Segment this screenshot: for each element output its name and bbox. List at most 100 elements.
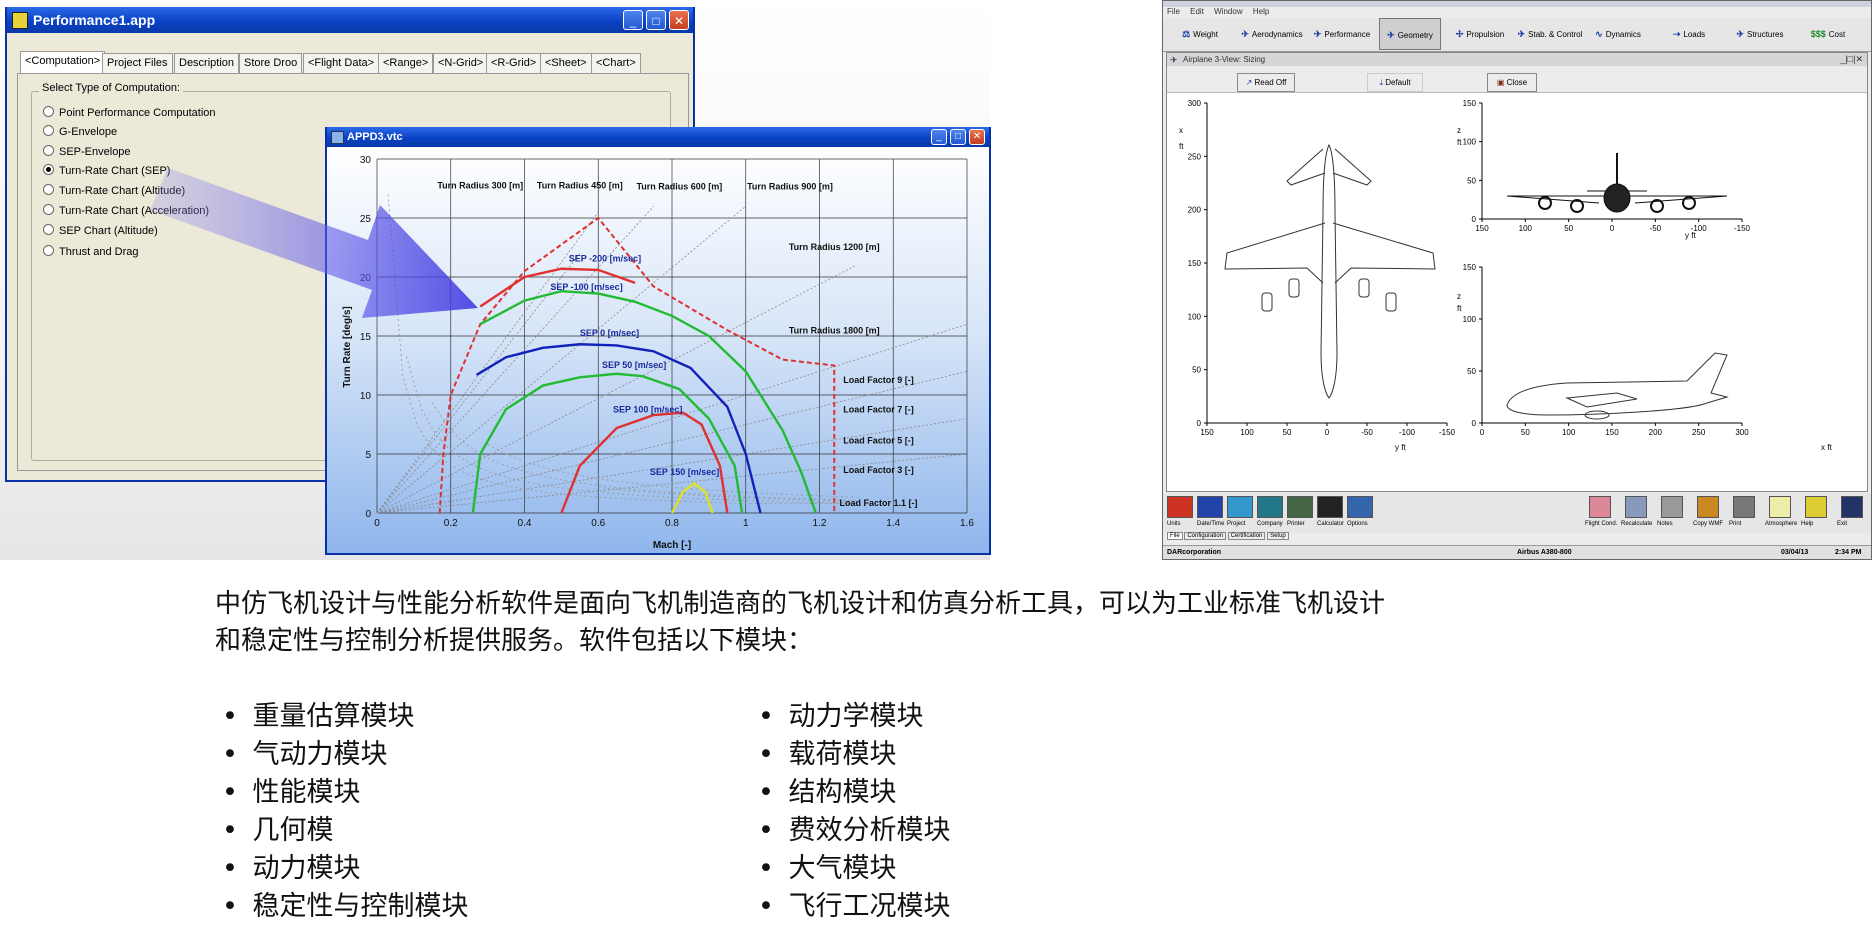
load-factor-label: Load Factor 5 [-]: [843, 435, 914, 445]
print-icon[interactable]: [1733, 496, 1755, 518]
bottom-tab-file[interactable]: File: [1167, 532, 1183, 540]
recalculate-icon[interactable]: [1625, 496, 1647, 518]
default-button[interactable]: ⤓ Default: [1367, 73, 1423, 92]
status-company: DARcorporation: [1167, 549, 1222, 556]
bottom-tool-label: Units: [1167, 521, 1181, 527]
front-view-y-unit: ft: [1457, 138, 1462, 147]
module-weight[interactable]: ⚖ Weight: [1175, 18, 1225, 50]
project-icon[interactable]: [1227, 496, 1253, 518]
bottom-tab-configuration[interactable]: Configuration: [1184, 532, 1227, 540]
bullet-icon: •: [222, 815, 247, 846]
axis-tick-label: 150: [1200, 428, 1214, 437]
bottom-tab-setup[interactable]: Setup: [1267, 532, 1289, 540]
copy-wmf-icon[interactable]: [1697, 496, 1719, 518]
sizing-app-window: File Edit Window Help ⚖ Weight ✈ Aerodynam…: [1162, 0, 1872, 560]
module-cost-label: Cost: [1828, 30, 1846, 39]
minimize-icon[interactable]: _: [623, 10, 643, 30]
subwindow-title: Airplane 3-View: Sizing: [1183, 55, 1266, 64]
tab-chart[interactable]: <Chart>: [591, 53, 641, 73]
module-dynamics-label: Dynamics: [1605, 30, 1641, 39]
module-dynamics[interactable]: ∿ Dynamics: [1587, 18, 1649, 50]
module-name: 大气模块: [788, 853, 897, 884]
chart-minimize-icon[interactable]: _: [931, 129, 947, 145]
axis-tick-label: 50: [1467, 176, 1476, 185]
menu-window[interactable]: Window: [1214, 7, 1242, 16]
axis-tick-label: 150: [1463, 263, 1477, 272]
options-icon[interactable]: [1347, 496, 1373, 518]
axis-tick-label: 0: [1472, 419, 1477, 428]
module-name: 飞行工况模块: [788, 891, 951, 922]
module-cost[interactable]: $$$ Cost: [1803, 18, 1853, 50]
bottom-tool-label: Calculator: [1317, 521, 1345, 527]
module-list-item: • 气动力模块: [222, 732, 388, 771]
module-list-item: • 大气模块: [758, 846, 897, 885]
axis-tick-label: 150: [1463, 99, 1477, 108]
bottom-tool-label: Company: [1257, 521, 1283, 527]
loads-icon: ⇢: [1672, 29, 1681, 39]
thermometer-icon[interactable]: [1167, 496, 1193, 518]
close-icon[interactable]: ✕: [669, 10, 689, 30]
close-button[interactable]: ▣ Close: [1487, 73, 1537, 92]
maximize-icon[interactable]: □: [646, 10, 666, 30]
bottom-tab-certification[interactable]: Certification: [1227, 532, 1266, 540]
module-propulsion[interactable]: ✢ Propulsion: [1449, 18, 1511, 50]
company-icon[interactable]: [1257, 496, 1283, 518]
menu-help[interactable]: Help: [1253, 7, 1269, 16]
load-factor-label: Load Factor 1.1 [-]: [839, 498, 917, 508]
module-list-item: • 几何模: [222, 808, 334, 847]
module-performance-label: Performance: [1324, 30, 1371, 39]
chart-x-tick-label: 0.8: [665, 518, 679, 529]
chart-y-tick-label: 10: [360, 391, 372, 402]
axis-tick-label: 100: [1519, 224, 1533, 233]
bullet-icon: •: [222, 739, 247, 770]
subwindow-titlebar[interactable]: ✈ Airplane 3-View: Sizing _|□|✕: [1167, 53, 1867, 66]
sep-series-label: SEP 100 [m/sec]: [613, 405, 682, 415]
help-icon[interactable]: [1805, 496, 1827, 518]
module-list-item: • 稳定性与控制模块: [222, 884, 469, 923]
chart-close-icon[interactable]: ✕: [969, 129, 985, 145]
sizing-titlebar: [1163, 1, 1871, 7]
printer-icon[interactable]: [1287, 496, 1313, 518]
module-name: 费效分析模块: [788, 815, 951, 846]
module-structures[interactable]: ✈ Structures: [1727, 18, 1793, 50]
module-performance[interactable]: ✈ Performance: [1309, 18, 1375, 50]
atmosphere-icon[interactable]: [1769, 496, 1791, 518]
bullet-icon: •: [758, 777, 783, 808]
top-view-y-axis-label: x: [1179, 126, 1183, 135]
axis-tick-label: -50: [1361, 428, 1373, 437]
axis-tick-label: 100: [1463, 315, 1477, 324]
module-list-item: • 结构模块: [758, 770, 897, 809]
aircraft-top-view: [1224, 143, 1436, 399]
aero-icon: ✈: [1241, 29, 1249, 39]
tab-sheet[interactable]: <Sheet>: [540, 53, 592, 73]
bottom-tool-label: Copy WMF: [1693, 521, 1723, 527]
calendar-icon[interactable]: [1197, 496, 1223, 518]
module-geometry[interactable]: ✈ Geometry: [1379, 18, 1441, 50]
module-weight-label: Weight: [1193, 30, 1218, 39]
aircraft-front-view: [1506, 153, 1728, 213]
module-geometry-label: Geometry: [1397, 31, 1433, 40]
menu-file[interactable]: File: [1167, 7, 1180, 16]
exit-icon[interactable]: [1841, 496, 1863, 518]
chart-x-tick-label: 1: [743, 518, 749, 529]
module-aerodynamics[interactable]: ✈ Aerodynamics: [1239, 18, 1305, 50]
axis-tick-label: 0: [1325, 428, 1330, 437]
axis-tick-label: 50: [1521, 428, 1530, 437]
module-list-item: • 动力模块: [222, 846, 361, 885]
module-name: 气动力模块: [252, 739, 388, 770]
read-off-button[interactable]: ↗ Read Off: [1237, 73, 1295, 92]
module-stab-control[interactable]: ✈ Stab. & Control: [1515, 18, 1585, 50]
notes-icon[interactable]: [1661, 496, 1683, 518]
sizing-menubar: File Edit Window Help: [1167, 7, 1269, 18]
flight-cond-icon[interactable]: [1589, 496, 1611, 518]
chart-maximize-icon[interactable]: □: [950, 129, 966, 145]
menu-edit[interactable]: Edit: [1190, 7, 1204, 16]
propulsion-icon: ✢: [1455, 29, 1464, 39]
aircraft-side-view: [1506, 352, 1729, 420]
subwindow-controls-icon[interactable]: _|□|✕: [1840, 53, 1863, 66]
module-loads[interactable]: ⇢ Loads: [1661, 18, 1717, 50]
calculator-icon[interactable]: [1317, 496, 1343, 518]
three-view-subwindow: ✈ Airplane 3-View: Sizing _|□|✕ ↗ Read O…: [1166, 52, 1868, 492]
module-name: 结构模块: [788, 777, 897, 808]
bottom-tool-label: Project: [1227, 521, 1246, 527]
